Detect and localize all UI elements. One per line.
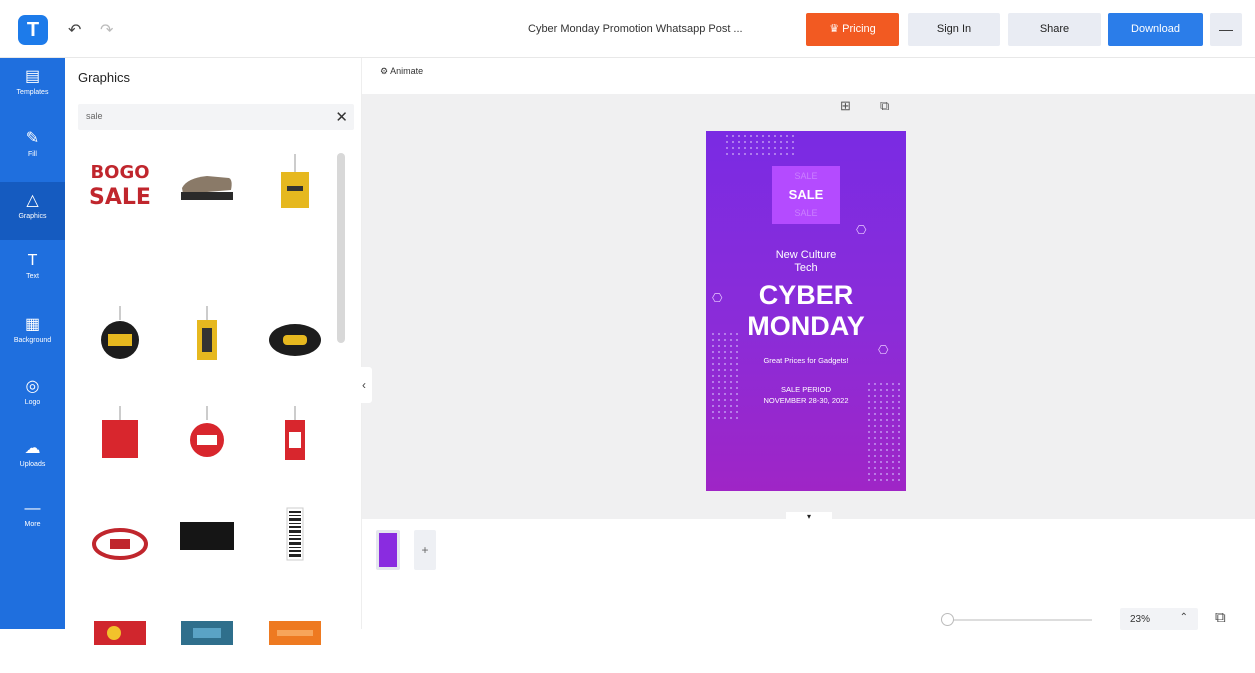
background-icon: ▦: [24, 316, 41, 333]
panel-scrollbar[interactable]: [337, 153, 345, 343]
shoe-graphic: [181, 176, 233, 200]
zoom-value: 23%: [1130, 614, 1151, 625]
upload-icon: ☁: [24, 440, 41, 457]
graphic-blue-ticket[interactable]: [167, 588, 247, 668]
zoom-slider[interactable]: [942, 619, 1092, 621]
graphic-red-vertical-tag[interactable]: [255, 406, 335, 486]
pricing-label: Pricing: [842, 23, 876, 35]
design-poster[interactable]: SALE SALE SALE ⎔ ⎔ ⎔ New Culture Tech CY…: [706, 131, 906, 491]
yellow-tag-graphic: [281, 154, 309, 208]
sale-ghost-text: SALE: [794, 208, 818, 218]
graphic-red-round-tag[interactable]: [167, 406, 247, 486]
duplicate-icon[interactable]: ⧉: [880, 98, 889, 114]
grid-icon[interactable]: ⊞: [840, 98, 851, 114]
templates-icon: ▤: [24, 68, 41, 85]
page-thumbnail-preview: [379, 533, 397, 567]
graphic-round-tag-black[interactable]: [80, 306, 160, 386]
sidebar-item-text[interactable]: T Text: [0, 244, 65, 302]
poster-tagline-2: Tech: [794, 262, 818, 274]
sign-in-button[interactable]: Sign In: [908, 13, 1000, 46]
brush-icon: ✎: [25, 130, 40, 147]
graphic-yellow-tag[interactable]: [255, 150, 335, 230]
logo-icon: ◎: [25, 378, 40, 395]
left-sidebar: ▤ Templates ✎ Fill △ Graphics T Text ▦ B…: [0, 58, 65, 629]
panel-title: Graphics: [78, 70, 131, 85]
graphics-panel: Graphics sale ✕ BOGO SALE: [65, 58, 362, 645]
orange-ticket-graphic: [269, 621, 321, 645]
graphic-black-banner[interactable]: [167, 498, 247, 578]
sidebar-item-fill[interactable]: ✎ Fill: [0, 120, 65, 178]
poster-headline-1: CYBER: [758, 280, 854, 310]
more-menu-button[interactable]: —: [1210, 13, 1242, 46]
svg-text:BOGO: BOGO: [90, 162, 149, 183]
graphic-barcode[interactable]: [255, 498, 335, 578]
blue-ticket-graphic: [181, 621, 233, 645]
crown-icon: ♛: [829, 23, 840, 35]
graphic-red-square-tag[interactable]: [80, 406, 160, 486]
poster-subtitle: Great Prices for Gadgets!: [763, 356, 849, 365]
page-thumbnail[interactable]: [376, 530, 400, 570]
graphic-oval-tag-black[interactable]: [255, 306, 335, 386]
svg-text:SALE: SALE: [89, 185, 151, 210]
add-page-button[interactable]: +: [414, 530, 436, 570]
oval-black-tag-graphic: [269, 324, 321, 356]
sidebar-item-background[interactable]: ▦ Background: [0, 306, 65, 364]
top-bar: T ↶ ↷ Cyber Monday Promotion Whatsapp Po…: [0, 0, 1255, 58]
chevron-up-icon: ⌃: [1179, 612, 1188, 623]
app-logo[interactable]: T: [18, 15, 48, 45]
dot-pattern: [710, 331, 740, 421]
sidebar-item-templates[interactable]: ▤ Templates: [0, 58, 65, 116]
pages-icon[interactable]: ⧉: [1215, 609, 1226, 626]
graphic-bogo-sale[interactable]: BOGO SALE: [80, 150, 160, 230]
pricing-button[interactable]: ♛ Pricing: [806, 13, 899, 46]
red-round-tag-graphic: [190, 406, 224, 457]
graphic-oval-red-tag[interactable]: [80, 498, 160, 578]
red-square-tag-graphic: [102, 406, 138, 458]
oval-red-tag-graphic: [92, 528, 148, 560]
document-title[interactable]: Cyber Monday Promotion Whatsapp Post ...: [528, 23, 743, 35]
barcode-graphic: [286, 507, 304, 561]
more-icon: —: [24, 500, 41, 517]
red-vertical-tag-graphic: [285, 406, 305, 460]
poster-tagline-1: New Culture: [775, 249, 837, 261]
black-banner-graphic: [180, 522, 234, 550]
animate-icon: ⚙: [380, 66, 389, 76]
search-input[interactable]: sale ✕: [78, 104, 354, 130]
sale-box: SALE SALE SALE: [772, 166, 840, 224]
graphic-red-ticket[interactable]: [80, 588, 160, 668]
text-icon: T: [27, 252, 38, 269]
poster-headline-2: MONDAY: [747, 311, 865, 341]
gamepad-icon: ⎔: [856, 223, 867, 237]
zoom-slider-handle[interactable]: [941, 613, 954, 626]
share-button[interactable]: Share: [1008, 13, 1101, 46]
sale-ghost-text: SALE: [794, 171, 818, 181]
undo-icon[interactable]: ↶: [68, 20, 81, 40]
sidebar-item-logo[interactable]: ◎ Logo: [0, 368, 65, 426]
redo-icon[interactable]: ↷: [100, 20, 113, 40]
dot-pattern: [724, 133, 794, 159]
sidebar-item-uploads[interactable]: ☁ Uploads: [0, 430, 65, 488]
bogo-sale-graphic: BOGO SALE: [89, 162, 151, 210]
search-value: sale: [86, 111, 103, 121]
clear-search-icon[interactable]: ✕: [335, 108, 348, 126]
animate-button[interactable]: ⚙ Animate: [380, 66, 423, 77]
graphic-vertical-sale-tag[interactable]: [167, 306, 247, 386]
round-black-tag-graphic: [101, 306, 139, 359]
collapse-panel-button[interactable]: ‹: [356, 367, 372, 403]
graphic-shoe[interactable]: [167, 150, 247, 230]
red-ticket-graphic: [94, 621, 146, 645]
sidebar-item-graphics[interactable]: △ Graphics: [0, 182, 65, 240]
download-button[interactable]: Download: [1108, 13, 1203, 46]
sale-text: SALE: [788, 187, 824, 202]
shapes-icon: △: [26, 192, 39, 209]
sidebar-item-more[interactable]: — More: [0, 492, 65, 550]
vertical-tag-graphic: [197, 306, 217, 360]
poster-period-dates: NOVEMBER 28-30, 2022: [763, 396, 849, 405]
zoom-dropdown[interactable]: 23% ⌃: [1120, 608, 1198, 630]
graphic-orange-ticket[interactable]: [255, 588, 335, 668]
resize-handle[interactable]: ▾: [786, 512, 832, 522]
animate-label: Animate: [390, 66, 424, 76]
poster-period-label: SALE PERIOD: [780, 385, 832, 394]
